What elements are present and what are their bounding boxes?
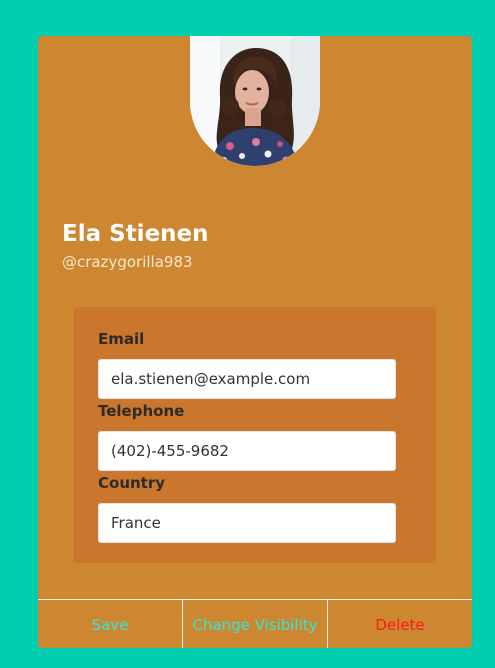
profile-name: Ela Stienen [62,221,209,247]
contact-info-panel: Email Telephone Country [74,307,436,563]
country-label: Country [98,474,166,492]
delete-button[interactable]: Delete [327,600,472,648]
avatar [190,36,320,166]
telephone-label: Telephone [98,402,185,420]
profile-handle: @crazygorilla983 [62,253,193,271]
country-field[interactable] [98,503,396,543]
save-button[interactable]: Save [38,600,182,648]
email-field[interactable] [98,359,396,399]
profile-card: Ela Stienen @crazygorilla983 Email Telep… [38,36,472,648]
action-bar: Save Change Visibility Delete [38,599,472,648]
email-label: Email [98,330,145,348]
telephone-field[interactable] [98,431,396,471]
change-visibility-button[interactable]: Change Visibility [182,600,327,648]
profile-photo-icon [190,36,320,166]
